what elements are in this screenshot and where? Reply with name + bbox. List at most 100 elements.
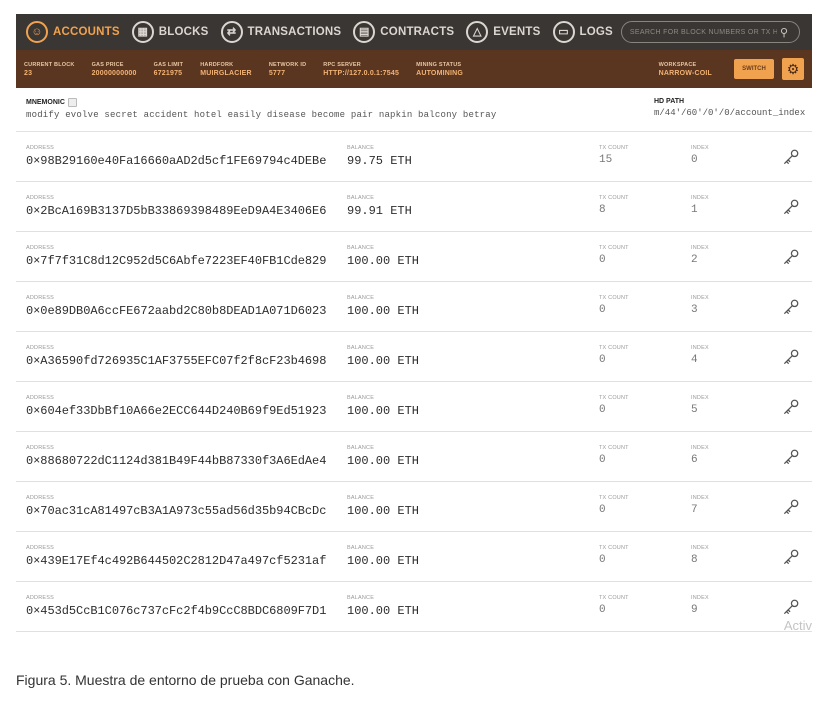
balance-cell: BALANCE 100.00 ETH: [347, 445, 419, 468]
tx-count-label: TX COUNT: [599, 545, 629, 551]
account-address[interactable]: 0×70ac31cA81497cB3A1A973c55ad56d35b94CBc…: [26, 504, 326, 518]
tx-count-label: TX COUNT: [599, 145, 629, 151]
account-row[interactable]: ADDRESS 0×98B29160e40Fa16660aAD2d5cf1FE6…: [16, 132, 812, 182]
account-address[interactable]: 0×A36590fd726935C1AF3755EFC07f2f8cF23b46…: [26, 354, 326, 368]
index-label: INDEX: [691, 345, 709, 351]
tab-logs[interactable]: ▭ LOGS: [549, 14, 621, 50]
account-balance: 100.00 ETH: [347, 554, 420, 568]
account-row[interactable]: ADDRESS 0×70ac31cA81497cB3A1A973c55ad56d…: [16, 482, 812, 532]
account-row[interactable]: ADDRESS 0×439E17Ef4c492B644502C2812D47a4…: [16, 532, 812, 582]
account-row[interactable]: ADDRESS 0×0e89DB0A6ccFE672aabd2C80b8DEAD…: [16, 282, 812, 332]
stat-label: RPC SERVER: [323, 61, 361, 68]
tx-count-cell: TX COUNT 0: [599, 395, 629, 416]
account-tx-count: 0: [599, 254, 606, 266]
search-icon[interactable]: ⚲: [777, 25, 791, 39]
account-balance: 99.91 ETH: [347, 204, 412, 218]
stat-hardfork: HARDFORK MUIRGLACIER: [200, 62, 252, 77]
events-icon: △: [466, 21, 489, 43]
account-row[interactable]: ADDRESS 0×A36590fd726935C1AF3755EFC07f2f…: [16, 332, 812, 382]
stat-rpc-server: RPC SERVER HTTP://127.0.0.1:7545: [323, 62, 399, 77]
mnemonic-label-row: MNEMONIC: [26, 98, 654, 107]
tab-contracts[interactable]: ▤ CONTRACTS: [349, 14, 462, 50]
account-index: 0: [691, 154, 698, 166]
account-row[interactable]: ADDRESS 0×88680722dC1124d381B49F44bB8733…: [16, 432, 812, 482]
activation-watermark: Activ: [783, 618, 812, 632]
mnemonic-section: MNEMONIC modify evolve secret accident h…: [16, 88, 812, 132]
balance-label: BALANCE: [347, 245, 375, 251]
index-cell: INDEX 4: [691, 345, 709, 366]
account-row[interactable]: ADDRESS 0×2BcA169B3137D5bB33869398489EeD…: [16, 182, 812, 232]
balance-label: BALANCE: [347, 395, 375, 401]
key-icon[interactable]: [782, 348, 800, 366]
address-cell: ADDRESS 0×0e89DB0A6ccFE672aabd2C80b8DEAD…: [26, 295, 326, 318]
address-cell: ADDRESS 0×439E17Ef4c492B644502C2812D47a4…: [26, 545, 326, 568]
settings-button[interactable]: ⚙: [782, 58, 804, 80]
account-tx-count: 0: [599, 454, 606, 466]
stat-label: WORKSPACE: [658, 61, 697, 68]
address-label: ADDRESS: [26, 545, 54, 551]
key-icon[interactable]: [782, 448, 800, 466]
key-icon[interactable]: [782, 598, 800, 616]
tx-count-label: TX COUNT: [599, 295, 629, 301]
blocks-icon: ▦: [131, 21, 154, 43]
account-address[interactable]: 0×2BcA169B3137D5bB33869398489EeD9A4E3406…: [26, 204, 326, 218]
account-address[interactable]: 0×439E17Ef4c492B644502C2812D47a497cf5231…: [26, 554, 326, 568]
account-tx-count: 0: [599, 604, 606, 616]
mnemonic-label: MNEMONIC: [26, 99, 65, 106]
account-balance: 100.00 ETH: [347, 504, 420, 518]
address-cell: ADDRESS 0×A36590fd726935C1AF3755EFC07f2f…: [26, 345, 326, 368]
search-input[interactable]: [629, 28, 777, 36]
account-index: 9: [691, 604, 698, 616]
key-icon[interactable]: [782, 148, 800, 166]
account-address[interactable]: 0×7f7f31C8d12C952d5C6Abfe7223EF40FB1Cde8…: [26, 254, 326, 268]
key-icon[interactable]: [782, 248, 800, 266]
address-label: ADDRESS: [26, 595, 54, 601]
balance-label: BALANCE: [347, 145, 375, 151]
account-row[interactable]: ADDRESS 0×453d5CcB1C076c737cFc2f4b9CcC8B…: [16, 582, 812, 632]
tab-accounts[interactable]: ☺ ACCOUNTS: [22, 14, 128, 50]
account-tx-count: 15: [599, 154, 613, 166]
tab-transactions[interactable]: ⇄ TRANSACTIONS: [217, 14, 350, 50]
balance-cell: BALANCE 100.00 ETH: [347, 495, 419, 518]
tx-count-label: TX COUNT: [599, 195, 629, 201]
address-cell: ADDRESS 0×88680722dC1124d381B49F44bB8733…: [26, 445, 326, 468]
key-icon[interactable]: [782, 548, 800, 566]
account-address[interactable]: 0×98B29160e40Fa16660aAD2d5cf1FE69794c4DE…: [26, 154, 326, 168]
index-cell: INDEX 0: [691, 145, 709, 166]
key-icon[interactable]: [782, 498, 800, 516]
account-row[interactable]: ADDRESS 0×604ef33DbBf10A66e2ECC644D240B6…: [16, 382, 812, 432]
key-icon[interactable]: [782, 398, 800, 416]
tab-accounts-label: ACCOUNTS: [53, 26, 120, 38]
stat-label: GAS LIMIT: [153, 61, 184, 68]
hd-path-label: HD PATH: [654, 98, 685, 105]
transactions-icon: ⇄: [220, 21, 243, 43]
account-balance: 100.00 ETH: [347, 604, 420, 618]
account-address[interactable]: 0×604ef33DbBf10A66e2ECC644D240B69f9Ed519…: [26, 404, 326, 418]
account-address[interactable]: 0×88680722dC1124d381B49F44bB87330f3A6EdA…: [26, 454, 326, 468]
address-label: ADDRESS: [26, 245, 54, 251]
address-label: ADDRESS: [26, 345, 54, 351]
account-balance: 100.00 ETH: [347, 254, 420, 268]
stat-gas-price: GAS PRICE 20000000000: [92, 62, 137, 77]
account-tx-count: 0: [599, 554, 606, 566]
stat-label: GAS PRICE: [91, 61, 124, 68]
account-address[interactable]: 0×0e89DB0A6ccFE672aabd2C80b8DEAD1A071D60…: [26, 304, 326, 318]
switch-button[interactable]: SWITCH: [734, 59, 774, 79]
mnemonic-block: MNEMONIC modify evolve secret accident h…: [26, 98, 654, 131]
info-icon[interactable]: [67, 98, 77, 107]
key-icon[interactable]: [782, 198, 800, 216]
account-index: 7: [691, 504, 698, 516]
key-icon[interactable]: [782, 298, 800, 316]
address-cell: ADDRESS 0×70ac31cA81497cB3A1A973c55ad56d…: [26, 495, 326, 518]
stat-current-block: CURRENT BLOCK 23: [24, 62, 75, 77]
balance-label: BALANCE: [347, 445, 375, 451]
account-row[interactable]: ADDRESS 0×7f7f31C8d12C952d5C6Abfe7223EF4…: [16, 232, 812, 282]
ganache-window: ☺ ACCOUNTS ▦ BLOCKS ⇄ TRANSACTIONS ▤ CON…: [16, 14, 812, 632]
tab-blocks[interactable]: ▦ BLOCKS: [128, 14, 217, 50]
stat-label: MINING STATUS: [416, 61, 462, 68]
tab-events[interactable]: △ EVENTS: [462, 14, 548, 50]
account-address[interactable]: 0×453d5CcB1C076c737cFc2f4b9CcC8BDC6809F7…: [26, 604, 326, 618]
stat-value: MUIRGLACIER: [200, 69, 252, 77]
index-cell: INDEX 8: [691, 545, 709, 566]
contracts-icon: ▤: [353, 21, 376, 43]
